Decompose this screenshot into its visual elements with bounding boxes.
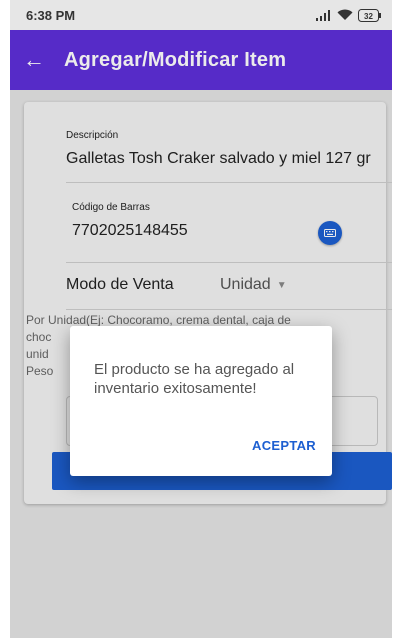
dialog-message: El producto se ha agregado al inventario…	[94, 361, 295, 397]
battery-level: 32	[364, 12, 373, 21]
accept-button[interactable]: ACEPTAR	[252, 438, 316, 453]
battery-icon: 32	[358, 8, 381, 22]
status-time: 6:38 PM	[26, 7, 76, 23]
status-bar: 6:38 PM 32	[10, 0, 392, 30]
wifi-icon	[337, 9, 353, 20]
signal-icon	[316, 9, 330, 21]
phone-screen: 6:38 PM 32 ← Agregar/Modificar Item Desc…	[10, 0, 392, 638]
status-icons: 32	[316, 8, 382, 22]
success-dialog: El producto se ha agregado al inventario…	[70, 326, 332, 476]
